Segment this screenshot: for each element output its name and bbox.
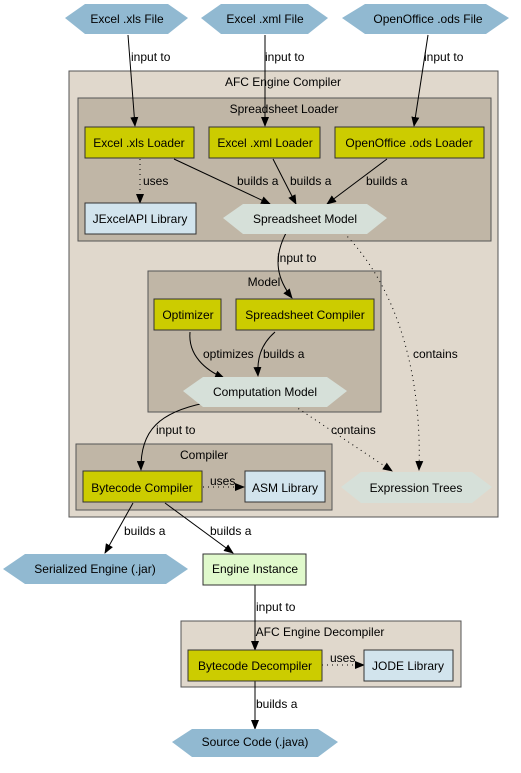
edge-label: input to — [424, 50, 464, 64]
node-engine-instance[interactable]: Engine Instance — [202, 553, 307, 586]
edge-label: contains — [331, 423, 376, 437]
svg-text:Spreadsheet Compiler: Spreadsheet Compiler — [245, 308, 364, 322]
edge-label: uses — [143, 174, 168, 188]
svg-text:Bytecode Compiler: Bytecode Compiler — [91, 481, 192, 495]
edge-label: builds a — [237, 174, 279, 188]
svg-text:Excel .xml File: Excel .xml File — [226, 12, 304, 26]
node-source-code[interactable]: Source Code (.java) — [172, 729, 338, 757]
edge-label: builds a — [256, 697, 298, 711]
edge-label: builds a — [210, 524, 252, 538]
edge-label: uses — [210, 474, 235, 488]
node-spreadsheet-compiler[interactable]: Spreadsheet Compiler — [235, 298, 375, 331]
edge-label: optimizes — [203, 347, 254, 361]
edge-label: input to — [265, 50, 305, 64]
node-expression-trees[interactable]: Expression Trees — [341, 472, 492, 503]
edge-label: builds a — [263, 347, 305, 361]
edge-label: builds a — [290, 174, 332, 188]
node-serialized-engine[interactable]: Serialized Engine (.jar) — [3, 554, 188, 584]
node-asm-library[interactable]: ASM Library — [244, 470, 326, 503]
node-optimizer[interactable]: Optimizer — [153, 298, 222, 331]
svg-text:Bytecode Decompiler: Bytecode Decompiler — [198, 659, 312, 673]
edge-label: input to — [156, 423, 196, 437]
svg-text:Expression Trees: Expression Trees — [370, 481, 463, 495]
edge-label: input to — [131, 50, 171, 64]
edge-label: builds a — [124, 524, 166, 538]
svg-text:Computation Model: Computation Model — [213, 385, 317, 399]
node-excel-xml-file[interactable]: Excel .xml File — [201, 4, 328, 34]
cluster-label-model: Model — [248, 275, 281, 289]
edge-label: input to — [256, 600, 296, 614]
edge-label: input to — [277, 251, 317, 265]
node-bytecode-compiler[interactable]: Bytecode Compiler — [82, 470, 203, 503]
svg-text:ASM Library: ASM Library — [252, 481, 318, 495]
edge-label: uses — [330, 651, 355, 665]
node-ods-loader[interactable]: OpenOffice .ods Loader — [334, 126, 485, 159]
svg-text:Excel .xls File: Excel .xls File — [90, 12, 164, 26]
node-computation-model[interactable]: Computation Model — [183, 377, 347, 407]
svg-text:Serialized Engine (.jar): Serialized Engine (.jar) — [34, 562, 155, 576]
node-jode-library[interactable]: JODE Library — [363, 649, 454, 682]
node-spreadsheet-model[interactable]: Spreadsheet Model — [223, 204, 387, 234]
node-ods-file[interactable]: OpenOffice .ods File — [342, 4, 509, 34]
node-excel-xls-file[interactable]: Excel .xls File — [65, 4, 188, 34]
svg-text:Source Code (.java): Source Code (.java) — [202, 735, 309, 749]
svg-text:Excel .xml Loader: Excel .xml Loader — [217, 136, 312, 150]
node-bytecode-decompiler[interactable]: Bytecode Decompiler — [187, 649, 323, 682]
svg-text:Engine Instance: Engine Instance — [212, 562, 298, 576]
svg-text:Excel .xls Loader: Excel .xls Loader — [93, 136, 184, 150]
svg-text:JODE Library: JODE Library — [372, 659, 444, 673]
svg-text:JExcelAPI Library: JExcelAPI Library — [93, 212, 188, 226]
node-excel-xls-loader[interactable]: Excel .xls Loader — [84, 126, 195, 159]
edge-label: contains — [413, 347, 458, 361]
node-excel-xml-loader[interactable]: Excel .xml Loader — [208, 126, 321, 159]
architecture-diagram: AFC Engine Compiler Spreadsheet Loader M… — [3, 4, 509, 757]
svg-text:OpenOffice .ods File: OpenOffice .ods File — [373, 12, 482, 26]
cluster-label-afc-engine-decompiler: AFC Engine Decompiler — [256, 625, 385, 639]
edge-label: builds a — [366, 174, 408, 188]
cluster-label-compiler: Compiler — [180, 448, 228, 462]
cluster-label-spreadsheet-loader: Spreadsheet Loader — [230, 102, 339, 116]
node-jexcelapi-library[interactable]: JExcelAPI Library — [84, 202, 197, 235]
svg-text:Spreadsheet Model: Spreadsheet Model — [253, 212, 357, 226]
svg-text:OpenOffice .ods Loader: OpenOffice .ods Loader — [345, 136, 472, 150]
svg-text:Optimizer: Optimizer — [162, 308, 213, 322]
cluster-label-afc-engine-compiler: AFC Engine Compiler — [225, 75, 341, 89]
